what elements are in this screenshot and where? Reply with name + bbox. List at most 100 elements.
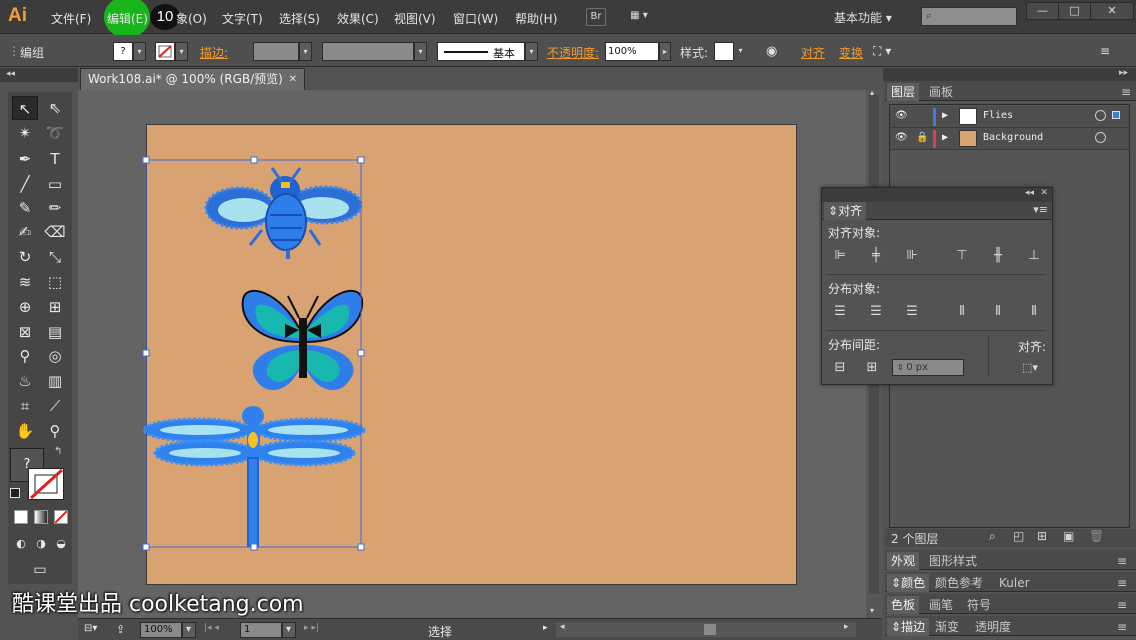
none-mode-icon[interactable] [54, 510, 68, 524]
eraser-tool-icon[interactable]: ⌫ [42, 220, 68, 244]
tab-swatches[interactable]: 色板 [887, 596, 920, 614]
maximize-button[interactable]: □ [1058, 2, 1091, 20]
delete-layer-icon[interactable]: 🗑 [1089, 529, 1104, 543]
visibility-eye-icon[interactable]: 👁 [895, 110, 908, 121]
zoom-dropdown-icon[interactable]: ▾ [182, 622, 196, 638]
share-icon[interactable]: ⇪ [116, 623, 125, 636]
scroll-left-icon[interactable]: ◂ [560, 622, 565, 632]
style-dropdown-icon[interactable]: ▾ [734, 42, 747, 61]
zoom-tool-icon[interactable]: ⚲ [42, 419, 68, 443]
align-panel-header[interactable]: ◂◂ ✕ [822, 188, 1052, 202]
expand-arrow-icon[interactable]: ▶ [942, 110, 948, 121]
make-clipping-mask-icon[interactable]: ◰ [1013, 529, 1024, 543]
align-tab[interactable]: ⇕对齐 [824, 202, 867, 220]
stroke-label[interactable]: 描边: [200, 44, 228, 61]
hand-tool-icon[interactable]: ✋ [12, 419, 38, 443]
swap-fill-stroke-icon[interactable]: ↰ [54, 446, 62, 457]
stroke-weight-dropdown-icon[interactable]: ▾ [299, 42, 312, 61]
lock-icon[interactable]: 🔒 [916, 132, 928, 143]
paintbrush-tool-icon[interactable]: ✎ [12, 196, 38, 220]
menu-type[interactable]: 文字(T) [222, 10, 263, 27]
distribute-left-icon[interactable]: ⦀ [952, 303, 972, 321]
rectangle-tool-icon[interactable]: ▭ [42, 172, 68, 196]
graph-tool-icon[interactable]: ▥ [42, 369, 68, 393]
gpu-icon[interactable]: ⊟▾ [84, 623, 97, 634]
selection-tool-icon[interactable]: ↖ [12, 96, 38, 120]
distribute-right-icon[interactable]: ⦀ [1024, 303, 1044, 321]
width-tool-icon[interactable]: ≋ [12, 270, 38, 294]
align-to-selection-icon[interactable]: ⬚▾ [1016, 359, 1044, 377]
layer-row-background[interactable]: 👁 🔒 ▶ Background [890, 128, 1129, 150]
menu-edit[interactable]: 编辑(E) [107, 10, 148, 27]
page-field[interactable]: 1 [240, 622, 282, 638]
rotate-tool-icon[interactable]: ↻ [12, 245, 38, 269]
stroke-color-box[interactable] [28, 468, 64, 500]
close-panel-icon[interactable]: ✕ [1040, 188, 1048, 198]
align-link[interactable]: 对齐 [801, 46, 825, 60]
scroll-right-icon[interactable]: ▸ [844, 622, 849, 632]
panel-menu-icon[interactable]: ≡ [1113, 596, 1131, 614]
zoom-field[interactable]: 100% [140, 622, 182, 638]
stroke-dropdown-icon[interactable]: ▾ [175, 42, 188, 61]
distribute-vertical-center-icon[interactable]: ☰ [866, 303, 886, 321]
style-swatch[interactable] [714, 42, 734, 61]
eyedropper-tool-icon[interactable]: ⚲ [12, 344, 38, 368]
layer-name[interactable]: Background [983, 132, 1043, 143]
draw-normal-icon[interactable]: ◐ [12, 532, 30, 556]
tab-kuler[interactable]: Kuler [995, 574, 1034, 592]
document-tab[interactable]: Work108.ai* @ 100% (RGB/预览) ✕ [80, 68, 305, 90]
tab-symbols[interactable]: 符号 [963, 596, 995, 614]
tab-artboards[interactable]: 画板 [925, 83, 957, 101]
draw-behind-icon[interactable]: ◑ [32, 532, 50, 556]
locate-object-icon[interactable]: ⌕ [989, 529, 996, 544]
magic-wand-tool-icon[interactable]: ✴ [12, 121, 38, 145]
slice-tool-icon[interactable]: ⟋ [42, 394, 68, 418]
distribute-bottom-icon[interactable]: ☰ [902, 303, 922, 321]
recolor-icon[interactable]: ◉ [766, 44, 777, 59]
tab-appearance[interactable]: 外观 [887, 552, 920, 570]
distribute-horizontal-center-icon[interactable]: ⦀ [988, 303, 1008, 321]
align-label[interactable]: 对齐 [801, 44, 825, 61]
draw-inside-icon[interactable]: ◒ [52, 532, 70, 556]
opacity-input[interactable]: 100% [605, 42, 659, 61]
dock-collapse-bar[interactable]: ▸▸ [883, 68, 1136, 81]
brush-profile-field[interactable]: 基本 [437, 42, 525, 61]
transform-label[interactable]: 变换 [839, 44, 863, 61]
default-colors-icon[interactable] [10, 488, 20, 498]
opacity-dropdown-icon[interactable]: ▸ [659, 42, 671, 61]
panel-menu-icon[interactable]: ≡ [1117, 83, 1135, 101]
gradient-mode-icon[interactable] [34, 510, 48, 524]
tab-color[interactable]: ⇕颜色 [887, 574, 930, 592]
tab-stroke[interactable]: ⇕描边 [887, 618, 930, 636]
tab-layers[interactable]: 图层 [887, 83, 920, 101]
transform-link[interactable]: 变换 [839, 46, 863, 60]
symbol-sprayer-tool-icon[interactable]: ♨ [12, 369, 38, 393]
isolate-icon[interactable]: ⛶ ▾ [873, 44, 891, 59]
gradient-tool-icon[interactable]: ▤ [42, 320, 68, 344]
align-left-icon[interactable]: ⊫ [830, 247, 850, 265]
perspective-grid-tool-icon[interactable]: ⊞ [42, 295, 68, 319]
target-circle-icon[interactable] [1095, 110, 1106, 121]
first-page-icon[interactable]: |◂ ◂ [204, 623, 219, 633]
brush-dropdown-icon[interactable]: ▾ [525, 42, 538, 61]
expand-arrow-icon[interactable]: ▶ [942, 132, 948, 143]
new-layer-icon[interactable]: ▣ [1063, 529, 1074, 543]
menu-effect[interactable]: 效果(C) [337, 10, 379, 27]
close-button[interactable]: ✕ [1090, 2, 1134, 20]
screen-mode-icon[interactable]: ▭ [27, 558, 53, 582]
opacity-label[interactable]: 不透明度: [547, 44, 599, 61]
close-tab-icon[interactable]: ✕ [289, 69, 297, 90]
stroke-swatch[interactable] [155, 42, 175, 61]
artboard-tool-icon[interactable]: ⌗ [12, 394, 38, 418]
panel-menu-icon[interactable]: ≡ [1100, 44, 1110, 58]
tab-color-guide[interactable]: 颜色参考 [931, 574, 987, 592]
shape-builder-tool-icon[interactable]: ⊕ [12, 295, 38, 319]
menu-select[interactable]: 选择(S) [279, 10, 320, 27]
status-menu-icon[interactable]: ▸ [543, 623, 548, 633]
blob-brush-tool-icon[interactable]: ✍ [12, 220, 38, 244]
artboard[interactable] [146, 124, 797, 585]
menu-help[interactable]: 帮助(H) [515, 10, 557, 27]
visibility-eye-icon[interactable]: 👁 [895, 132, 908, 143]
panel-menu-icon[interactable]: ▾≡ [1033, 203, 1048, 216]
scroll-up-icon[interactable]: ▴ [870, 88, 874, 97]
